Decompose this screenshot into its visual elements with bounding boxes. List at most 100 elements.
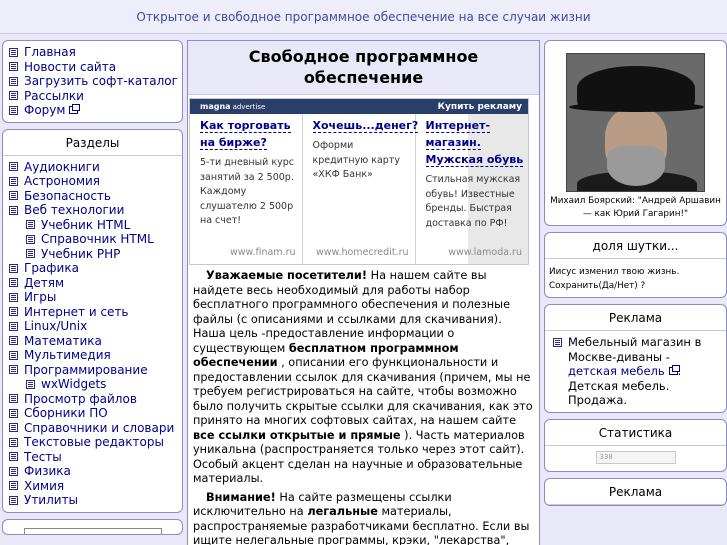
section-link[interactable]: Игры xyxy=(24,290,56,305)
ad-block-domain[interactable]: www.homecredit.ru xyxy=(316,247,409,258)
ad-blocks: Как торговать на бирже? 5-ти дневный курс… xyxy=(190,114,528,264)
nav-item[interactable]: Главная xyxy=(9,45,182,60)
section-item[interactable]: Детям xyxy=(9,276,182,291)
section-link[interactable]: Безопасность xyxy=(24,189,111,204)
left-bottom-image xyxy=(23,527,162,534)
ad-block[interactable]: Интернет-магазин. Мужская обувь Стильная … xyxy=(416,114,529,264)
section-item[interactable]: Химия xyxy=(9,479,182,494)
section-link[interactable]: Просмотр файлов xyxy=(24,392,137,407)
nav-link[interactable]: Рассылки xyxy=(24,89,84,104)
buy-ad-link[interactable]: Купить рекламу xyxy=(438,102,522,112)
section-item[interactable]: wxWidgets xyxy=(9,377,182,392)
ad-block-domain[interactable]: www.finam.ru xyxy=(230,247,295,258)
section-item[interactable]: Тесты xyxy=(9,450,182,465)
section-link[interactable]: Справочник HTML xyxy=(41,232,154,247)
section-item[interactable]: Интернет и сеть xyxy=(9,305,182,320)
visit-counter[interactable]: 338 xyxy=(595,450,676,464)
bullet-icon xyxy=(9,452,18,462)
nav-item[interactable]: Рассылки xyxy=(9,89,182,104)
section-link[interactable]: Мультимедия xyxy=(24,348,111,363)
section-link[interactable]: Тесты xyxy=(24,450,62,465)
ad-block[interactable]: Хочешь...денег? Оформи кредитную карту «Х… xyxy=(303,114,419,264)
bullet-icon xyxy=(553,338,562,347)
bullet-icon xyxy=(9,408,18,418)
section-item[interactable]: Физика xyxy=(9,464,182,479)
section-item[interactable]: Справочник HTML xyxy=(9,232,182,247)
section-link[interactable]: Физика xyxy=(24,464,71,479)
section-item[interactable]: Учебник PHP xyxy=(9,247,182,262)
ad-logo[interactable]: magna advertise xyxy=(200,102,265,111)
section-link[interactable]: Графика xyxy=(24,261,79,276)
celebrity-quote-box: Михаил Боярский: "Андрей Аршавин — как Ю… xyxy=(544,40,727,226)
bullet-icon xyxy=(9,47,18,57)
section-link[interactable]: wxWidgets xyxy=(41,377,106,392)
nav-item[interactable]: Новости сайта xyxy=(9,60,182,75)
section-link[interactable]: Химия xyxy=(24,479,64,494)
section-link[interactable]: Учебник PHP xyxy=(41,247,120,262)
main-content: Свободное программное обеспечение magna a… xyxy=(187,40,540,545)
nav-link[interactable]: Форум xyxy=(24,103,65,118)
section-link[interactable]: Linux/Unix xyxy=(24,319,87,334)
bullet-icon xyxy=(9,495,18,505)
nav-link[interactable]: Загрузить софт-каталог xyxy=(24,74,178,89)
site-header: Открытое и свободное программное обеспеч… xyxy=(0,0,727,34)
section-item[interactable]: Программирование xyxy=(9,363,182,378)
ad-block[interactable]: Как торговать на бирже? 5-ти дневный курс… xyxy=(190,114,303,264)
site-tagline: Открытое и свободное программное обеспеч… xyxy=(136,9,591,24)
ad-banner[interactable]: magna advertise Купить рекламу Как торгов… xyxy=(189,98,529,265)
section-link[interactable]: Сборники ПО xyxy=(24,406,108,421)
bullet-icon xyxy=(9,336,18,346)
section-item[interactable]: Утилиты xyxy=(9,493,182,508)
section-link[interactable]: Текстовые редакторы xyxy=(24,435,164,450)
section-item[interactable]: Математика xyxy=(9,334,182,349)
section-item[interactable]: Графика xyxy=(9,261,182,276)
page-title: Свободное программное обеспечение xyxy=(188,41,539,95)
section-item[interactable]: Справочники и словари xyxy=(9,421,182,436)
left-column: Главная Новости сайта Загрузить софт-катал… xyxy=(2,40,183,541)
section-link[interactable]: Математика xyxy=(24,334,102,349)
intro-text: Уважаемые посетители! На нашем сайте вы … xyxy=(188,265,539,545)
ads-title: Реклама xyxy=(545,305,726,331)
nav-link[interactable]: Новости сайта xyxy=(24,60,116,75)
bullet-icon xyxy=(9,321,18,331)
section-item[interactable]: Безопасность xyxy=(9,189,182,204)
photo-caption[interactable]: Михаил Боярский: "Андрей Аршавин — как Ю… xyxy=(545,195,726,221)
bullet-icon xyxy=(9,307,18,317)
bullet-icon xyxy=(9,423,18,433)
jokes-box: доля шутки... Иисус изменил твою жизнь. … xyxy=(544,232,727,298)
celebrity-photo[interactable] xyxy=(566,53,705,192)
section-item[interactable]: Астрономия xyxy=(9,174,182,189)
section-item[interactable]: Игры xyxy=(9,290,182,305)
section-item[interactable]: Просмотр файлов xyxy=(9,392,182,407)
bullet-icon xyxy=(9,278,18,288)
bullet-icon xyxy=(9,62,18,72)
section-item[interactable]: Текстовые редакторы xyxy=(9,435,182,450)
section-item[interactable]: Мультимедия xyxy=(9,348,182,363)
sections-list: Аудиокниги Астрономия Безопасность Веб техн… xyxy=(3,156,182,512)
ad-block-title[interactable]: Интернет-магазин. Мужская обувь xyxy=(425,117,525,168)
section-link[interactable]: Справочники и словари xyxy=(24,421,174,436)
ad-header: magna advertise Купить рекламу xyxy=(190,99,528,114)
section-link[interactable]: Интернет и сеть xyxy=(24,305,129,320)
ad-block-domain[interactable]: www.lamoda.ru xyxy=(448,247,522,258)
nav-item[interactable]: Форум xyxy=(9,103,182,118)
ad-block-title[interactable]: Хочешь...денег? xyxy=(312,117,419,134)
section-item[interactable]: Учебник HTML xyxy=(9,218,182,233)
section-link[interactable]: Веб технологии xyxy=(24,203,124,218)
section-link[interactable]: Утилиты xyxy=(24,493,78,508)
section-item[interactable]: Linux/Unix xyxy=(9,319,182,334)
section-item[interactable]: Веб технологии xyxy=(9,203,182,218)
nav-item[interactable]: Загрузить софт-каталог xyxy=(9,74,182,89)
section-link[interactable]: Учебник HTML xyxy=(41,218,130,233)
nav-link[interactable]: Главная xyxy=(24,45,76,60)
section-link[interactable]: Астрономия xyxy=(24,174,100,189)
section-link[interactable]: Детям xyxy=(24,276,64,291)
stats-title: Статистика xyxy=(545,420,726,446)
section-link[interactable]: Аудиокниги xyxy=(24,160,100,175)
section-item[interactable]: Сборники ПО xyxy=(9,406,182,421)
section-item[interactable]: Аудиокниги xyxy=(9,160,182,175)
ad-block-title[interactable]: Как торговать на бирже? xyxy=(200,117,298,151)
ads2-box: Реклама xyxy=(544,477,727,506)
section-link[interactable]: Программирование xyxy=(24,363,148,378)
kids-furniture-link[interactable]: детская мебель xyxy=(568,364,665,378)
